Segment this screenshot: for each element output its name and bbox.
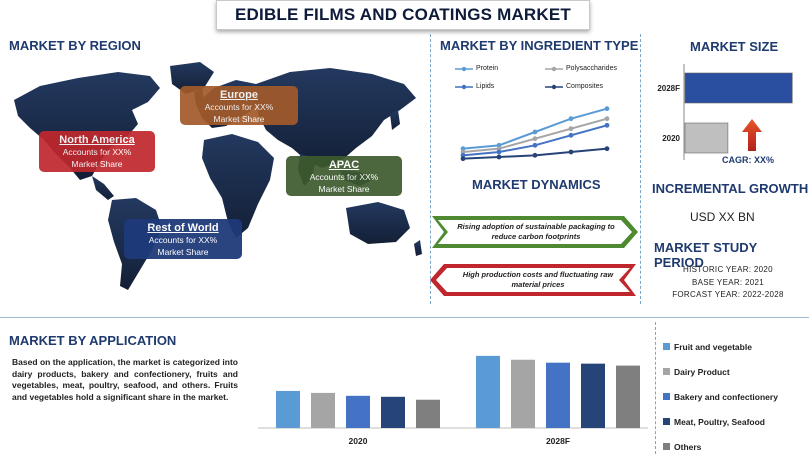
historic-year: HISTORIC YEAR: 2020 [683, 265, 773, 274]
region-share: Accounts for XX% [62, 147, 132, 157]
app-legend-item: Bakery and confectionery [663, 384, 778, 409]
data-point [496, 154, 502, 160]
region-name: Europe [220, 89, 258, 101]
legend-composites: Composites [545, 83, 603, 90]
app-bar [546, 362, 570, 428]
legend-label: Protein [476, 65, 499, 72]
region-share-label: Market Share [213, 113, 265, 124]
forecast-year: FORCAST YEAR: 2022-2028 [672, 290, 784, 299]
legend-marker-icon [455, 84, 473, 89]
up-arrow-icon [742, 119, 762, 151]
region-share: Accounts for XX% [309, 172, 379, 182]
legend-label: Meat, Poultry, Seafood [674, 416, 765, 427]
legend-label: Lipids [476, 83, 495, 90]
application-legend: Fruit and vegetable Dairy Product Bakery… [663, 334, 778, 459]
data-point [532, 136, 538, 142]
region-name: North America [59, 134, 135, 146]
app-bar [276, 390, 300, 428]
region-share-label: Market Share [318, 183, 370, 194]
region-box-apac: APAC Accounts for XX% Market Share [286, 156, 402, 196]
region-share: Accounts for XX% [204, 102, 274, 112]
legend-marker-icon [455, 66, 473, 71]
data-point [496, 149, 502, 155]
data-point [532, 152, 538, 158]
legend-marker-icon [545, 66, 563, 71]
legend-swatch [663, 418, 670, 425]
data-point [604, 122, 610, 128]
app-bar [381, 396, 405, 428]
size-heading: MARKET SIZE [690, 39, 779, 54]
region-name: Rest of World [147, 222, 219, 234]
data-point [568, 132, 574, 138]
legend-polysaccharides: Polysaccharides [545, 65, 617, 72]
region-heading: MARKET BY REGION [9, 38, 141, 53]
divider-app-legend [655, 322, 656, 454]
legend-marker-icon [545, 84, 563, 89]
app-bar [416, 399, 440, 428]
legend-label: Others [674, 441, 702, 452]
app-bar [476, 355, 500, 428]
app-bar [616, 365, 640, 428]
data-point [568, 116, 574, 122]
legend-swatch [663, 368, 670, 375]
size-bar [684, 72, 793, 104]
legend-label: Polysaccharides [566, 65, 617, 72]
data-point [604, 116, 610, 122]
app-legend-item: Dairy Product [663, 359, 778, 384]
data-point [532, 129, 538, 135]
driver-text: Rising adoption of sustainable packaging… [457, 222, 615, 241]
app-bar [581, 363, 605, 428]
ingredient-heading: MARKET BY INGREDIENT TYPE [440, 38, 639, 53]
legend-label: Bakery and confectionery [674, 391, 778, 402]
region-box-rest-of-world: Rest of World Accounts for XX% Market Sh… [124, 219, 242, 259]
series-line [462, 107, 608, 150]
data-point [532, 142, 538, 148]
base-year: BASE YEAR: 2021 [692, 277, 764, 287]
dynamics-heading: MARKET DYNAMICS [472, 177, 601, 192]
legend-protein: Protein [455, 65, 498, 72]
data-point [604, 146, 610, 152]
legend-label: Dairy Product [674, 366, 730, 377]
divider-ingredient-size [640, 34, 641, 304]
divider-horizontal [0, 317, 809, 318]
application-description: Based on the application, the market is … [12, 357, 238, 402]
region-box-europe: Europe Accounts for XX% Market Share [180, 86, 298, 125]
legend-swatch [663, 343, 670, 350]
app-legend-item: Meat, Poultry, Seafood [663, 409, 778, 434]
cagr-label: CAGR: XX% [722, 155, 775, 165]
category-label: 2020 [349, 436, 368, 446]
application-bar-chart: 2020 2028F [258, 355, 648, 446]
growth-value: USD XX BN [690, 210, 755, 224]
app-legend-item: Others [663, 434, 778, 459]
ingredient-line-chart [460, 106, 610, 162]
legend-swatch [663, 443, 670, 450]
application-heading: MARKET BY APPLICATION [9, 333, 177, 348]
page-title: EDIBLE FILMS AND COATINGS MARKET [216, 0, 590, 30]
region-share-label: Market Share [71, 158, 123, 169]
app-legend-item: Fruit and vegetable [663, 334, 778, 359]
legend-lipids: Lipids [455, 83, 494, 90]
legend-swatch [663, 393, 670, 400]
region-box-north-america: North America Accounts for XX% Market Sh… [39, 131, 155, 172]
study-period: HISTORIC YEAR: 2020 BASE YEAR: 2021 FORC… [648, 264, 808, 302]
app-bar [311, 392, 335, 428]
region-share-label: Market Share [157, 246, 209, 257]
category-label: 2028F [546, 436, 570, 446]
region-share: Accounts for XX% [148, 235, 218, 245]
legend-label: Composites [566, 83, 603, 90]
data-point [568, 126, 574, 132]
region-name: APAC [328, 159, 360, 171]
growth-heading: INCREMENTAL GROWTH [652, 181, 809, 196]
legend-label: Fruit and vegetable [674, 341, 752, 352]
category-label: 2020 [662, 134, 680, 143]
size-bar [684, 122, 729, 154]
app-bar [346, 395, 370, 428]
data-point [604, 106, 610, 112]
restraint-text: High production costs and fluctuating ra… [462, 270, 614, 289]
data-point [568, 149, 574, 155]
data-point [460, 156, 466, 162]
market-size-chart: 2028F 2020 [657, 64, 793, 160]
app-bar [511, 359, 535, 428]
category-label: 2028F [657, 84, 680, 93]
